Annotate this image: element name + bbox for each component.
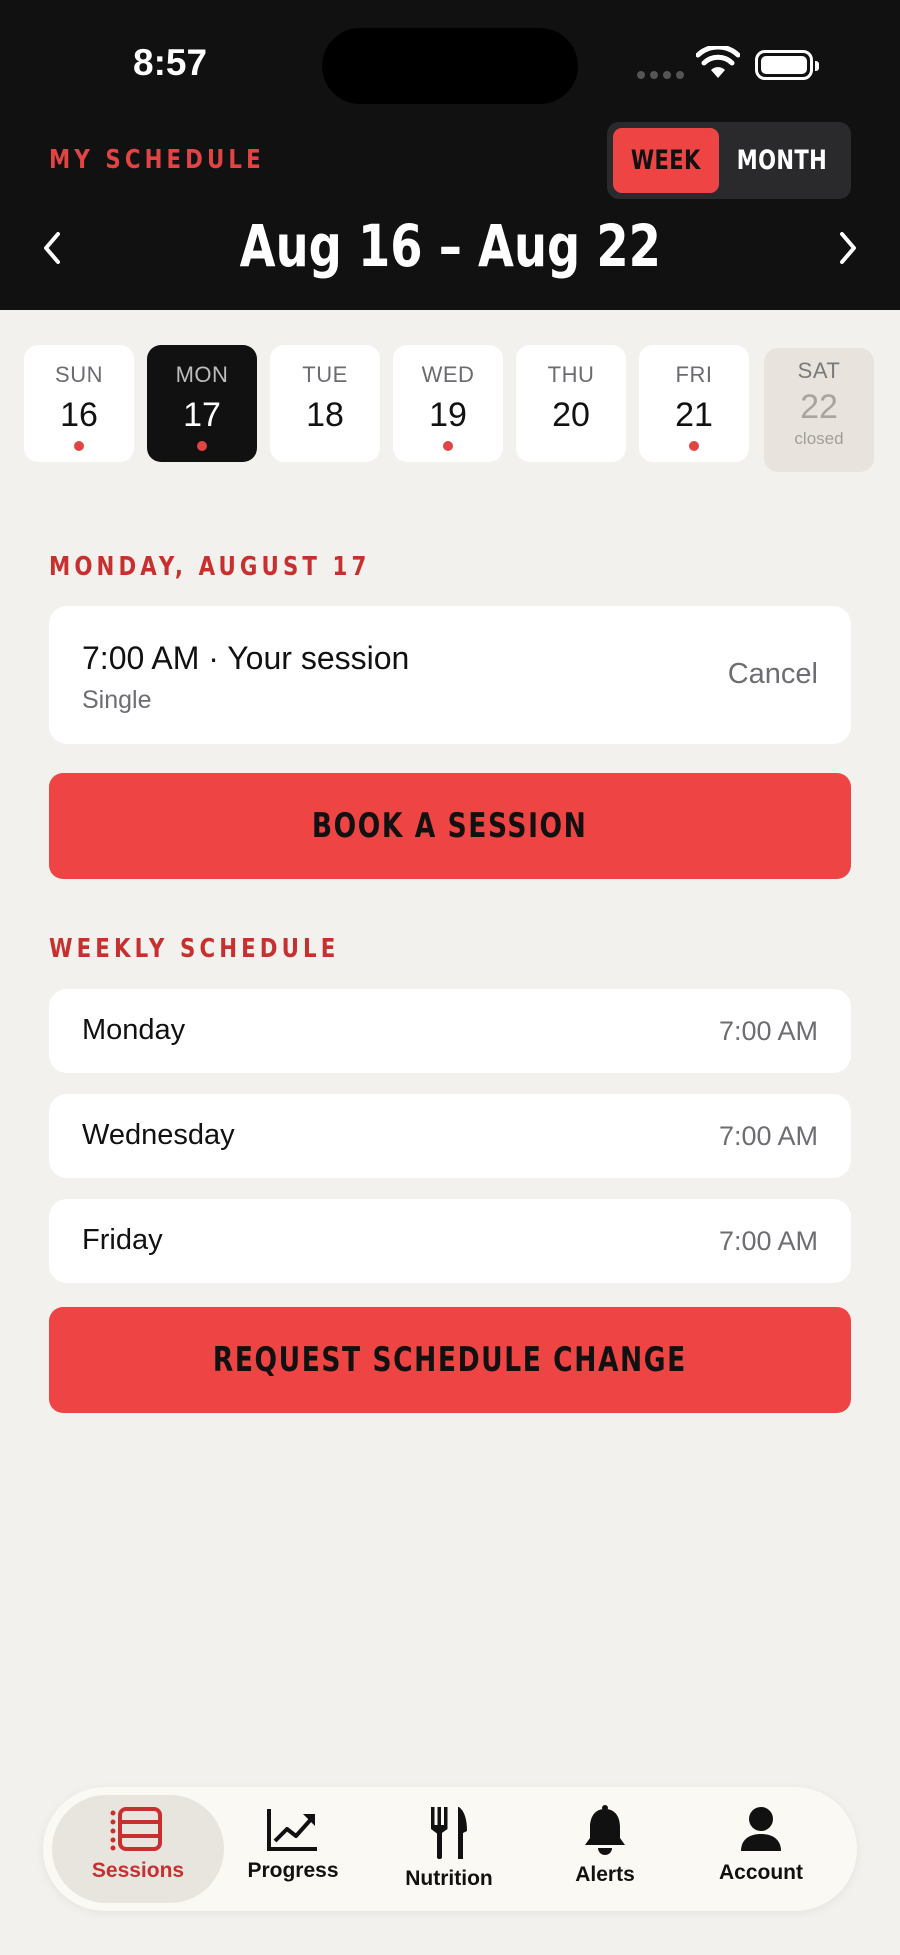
battery-icon xyxy=(755,50,819,80)
day-strip: SUN 16 MON 17 TUE 18 WED 19 THU 20 FRI 2… xyxy=(24,345,876,472)
closed-label: closed xyxy=(794,429,844,448)
day-number: 20 xyxy=(552,396,590,434)
dynamic-island xyxy=(322,28,578,104)
tab-label: Progress xyxy=(247,1859,339,1882)
schedule-day: Wednesday xyxy=(82,1119,235,1151)
sessions-icon xyxy=(110,1807,162,1851)
day-sat: SAT 22 closed xyxy=(764,348,874,472)
day-tue[interactable]: TUE 18 xyxy=(270,345,380,462)
day-name: TUE xyxy=(302,362,348,387)
day-thu[interactable]: THU 20 xyxy=(516,345,626,462)
schedule-row: Monday 7:00 AM xyxy=(49,989,851,1073)
day-number: 17 xyxy=(183,396,221,434)
schedule-day: Monday xyxy=(82,1014,186,1046)
chevron-right-icon[interactable] xyxy=(832,228,862,268)
tab-nutrition[interactable]: Nutrition xyxy=(363,1795,535,1903)
schedule-row: Friday 7:00 AM xyxy=(49,1199,851,1283)
day-name: MON xyxy=(175,362,229,387)
tab-label: Sessions xyxy=(91,1859,185,1882)
day-wed[interactable]: WED 19 xyxy=(393,345,503,462)
tab-sessions[interactable]: Sessions xyxy=(52,1795,224,1903)
bell-icon xyxy=(585,1805,625,1855)
day-fri[interactable]: FRI 21 xyxy=(639,345,749,462)
day-name: SUN xyxy=(55,362,103,387)
tab-bar: Sessions Progress Nutrition Alerts Accou… xyxy=(43,1787,857,1911)
status-time: 8:57 xyxy=(133,42,208,83)
day-number: 21 xyxy=(675,396,713,434)
session-dot xyxy=(443,441,453,451)
day-number: 16 xyxy=(60,396,98,434)
schedule-time: 7:00 AM xyxy=(718,1121,818,1151)
weekly-schedule-title: WEEKLY SCHEDULE xyxy=(49,934,340,964)
day-sun[interactable]: SUN 16 xyxy=(24,345,134,462)
tab-label: Alerts xyxy=(575,1863,635,1886)
selected-day-title: MONDAY, AUGUST 17 xyxy=(49,552,371,582)
cellular-signal-icon xyxy=(637,71,684,79)
wifi-icon xyxy=(696,46,740,78)
schedule-day: Friday xyxy=(82,1224,163,1256)
session-title: 7:00 AM · Your session xyxy=(82,640,410,676)
tab-alerts[interactable]: Alerts xyxy=(519,1795,691,1903)
day-name: WED xyxy=(421,362,475,387)
day-mon[interactable]: MON 17 xyxy=(147,345,257,462)
cancel-session-button[interactable]: Cancel xyxy=(728,658,818,691)
day-number: 18 xyxy=(306,396,344,434)
tab-label: Account xyxy=(719,1861,803,1884)
account-icon xyxy=(741,1807,781,1851)
day-name: THU xyxy=(547,362,595,387)
view-toggle: WEEK MONTH xyxy=(607,122,851,199)
session-card: 7:00 AM · Your session Single Cancel xyxy=(49,606,851,744)
session-dot xyxy=(689,441,699,451)
session-type: Single xyxy=(82,686,152,714)
schedule-time: 7:00 AM xyxy=(718,1226,818,1256)
tab-progress[interactable]: Progress xyxy=(207,1795,379,1903)
day-name: FRI xyxy=(675,362,713,387)
day-name: SAT xyxy=(797,358,841,383)
month-toggle-button[interactable]: MONTH xyxy=(719,128,845,193)
week-toggle-button[interactable]: WEEK xyxy=(613,128,719,193)
book-session-button[interactable]: BOOK A SESSION xyxy=(49,773,851,879)
nutrition-icon xyxy=(431,1807,467,1859)
day-number: 22 xyxy=(800,388,838,426)
schedule-row: Wednesday 7:00 AM xyxy=(49,1094,851,1178)
date-range-title: Aug 16 – Aug 22 xyxy=(239,212,661,280)
session-dot xyxy=(197,441,207,451)
tab-label: Nutrition xyxy=(405,1867,493,1890)
progress-icon xyxy=(267,1809,317,1851)
day-number: 19 xyxy=(429,396,467,434)
schedule-time: 7:00 AM xyxy=(718,1016,818,1046)
tab-account[interactable]: Account xyxy=(675,1795,847,1903)
screen-label: MY SCHEDULE xyxy=(49,145,265,175)
request-schedule-change-button[interactable]: REQUEST SCHEDULE CHANGE xyxy=(49,1307,851,1413)
session-dot xyxy=(74,441,84,451)
header: 8:57 MY SCHEDULE WEEK MONTH Aug 16 – Aug… xyxy=(0,0,900,310)
